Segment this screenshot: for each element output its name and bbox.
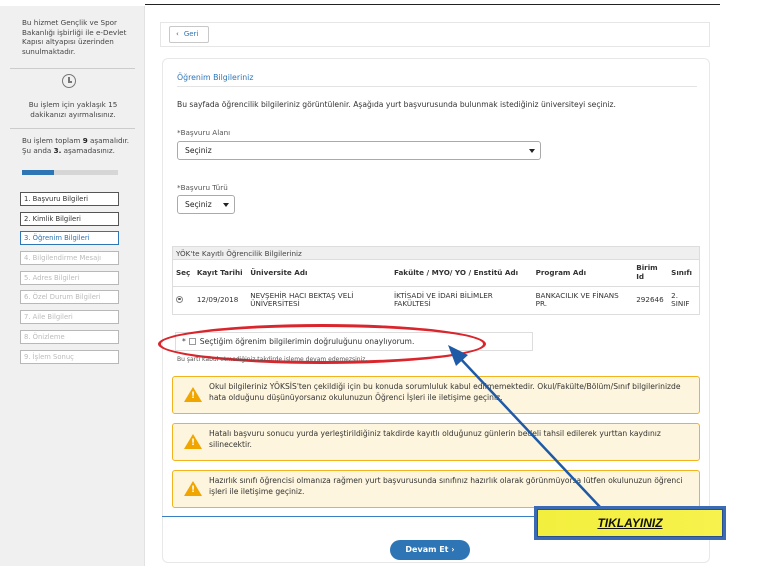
table-cell-col-faculty: İKTİSADİ VE İDARİ BİLİMLER FAKÜLTESİ bbox=[393, 290, 493, 309]
application-area-value: Seçiniz bbox=[185, 146, 212, 155]
application-type-select[interactable]: Seçiniz bbox=[177, 195, 235, 214]
sidebar-divider bbox=[10, 68, 135, 69]
step-menu-item[interactable]: 7. Aile Bilgileri bbox=[20, 310, 119, 325]
table-cell-col-university: NEVŞEHİR HACI BEKTAŞ VELİ ÜNİVERSİTESİ bbox=[250, 290, 354, 309]
table-header-col-class: Sınıfı bbox=[668, 260, 699, 287]
table-cell-col-class: 2. SINIF bbox=[671, 290, 690, 309]
warning-icon bbox=[184, 387, 202, 402]
step-menu-item[interactable]: 6. Özel Durum Bilgileri bbox=[20, 290, 119, 305]
step-menu-item[interactable]: 1. Başvuru Bilgileri bbox=[20, 192, 119, 206]
table-header-col-university: Üniversite Adı bbox=[247, 260, 391, 287]
table-caption: YÖK'te Kayıtlı Öğrencilik Bilgileriniz bbox=[173, 247, 699, 260]
table-header-col-program: Program Adı bbox=[532, 260, 634, 287]
application-area-label: *Başvuru Alanı bbox=[177, 128, 231, 137]
top-bar: ‹ Geri bbox=[160, 22, 710, 47]
step-menu: 1. Başvuru Bilgileri 2. Kimlik Bilgileri 3… bbox=[20, 192, 119, 369]
step-menu-item[interactable]: 4. Bilgilendirme Mesajı bbox=[20, 251, 119, 266]
chevron-left-icon: ‹ bbox=[176, 30, 179, 38]
top-rule bbox=[145, 4, 720, 5]
table-header-col-unit-id: Birim Id bbox=[633, 260, 669, 287]
step-menu-item[interactable]: 2. Kimlik Bilgileri bbox=[20, 211, 119, 226]
warning-icon bbox=[184, 434, 202, 449]
estimated-time-text: Bu işlem için yaklaşık 15 dakikanızı ayı… bbox=[28, 100, 118, 119]
table-cell-col-unit-id: 292646 bbox=[636, 295, 664, 304]
warning-box: Hazırlık sınıfı öğrencisi olmanıza rağme… bbox=[172, 470, 700, 508]
warning-box: Okul bilgileriniz YÖKSİS'ten çekildiği i… bbox=[172, 376, 700, 414]
continue-button[interactable]: Devam Et › bbox=[390, 540, 470, 560]
steps-prefix: Bu işlem toplam bbox=[22, 136, 83, 145]
step-menu-item[interactable]: 9. İşlem Sonuç bbox=[20, 349, 119, 364]
callout-text: TIKLAYINIZ bbox=[537, 509, 723, 537]
step-progress-fill bbox=[22, 170, 54, 175]
warning-box: Hatalı başvuru sonucu yurda yerleştirild… bbox=[172, 423, 700, 461]
application-area-select[interactable]: Seçiniz bbox=[177, 141, 541, 160]
table-cell-col-select[interactable] bbox=[173, 286, 194, 314]
step-progress-bar bbox=[22, 170, 118, 175]
education-table: YÖK'te Kayıtlı Öğrencilik Bilgileriniz S… bbox=[172, 246, 700, 315]
service-info-text: Bu hizmet Gençlik ve Spor Bakanlığı işbi… bbox=[22, 18, 127, 56]
continue-label: Devam Et bbox=[405, 545, 449, 554]
page-description: Bu sayfada öğrencilik bilgileriniz görün… bbox=[177, 100, 616, 109]
table-header-col-select: Seç bbox=[173, 260, 194, 287]
warning-text: Okul bilgileriniz YÖKSİS'ten çekildiği i… bbox=[209, 382, 681, 402]
warning-text: Hatalı başvuru sonucu yurda yerleştirild… bbox=[209, 429, 661, 449]
table-cell-col-program: BANKACILIK VE FİNANS PR. bbox=[535, 290, 619, 309]
caret-down-icon bbox=[529, 149, 535, 153]
page-title: Öğrenim Bilgileriniz bbox=[177, 73, 254, 82]
click-here-callout: TIKLAYINIZ bbox=[534, 506, 726, 540]
table-row[interactable]: 12/09/2018 NEVŞEHİR HACI BEKTAŞ VELİ ÜNİV… bbox=[173, 286, 699, 314]
step-menu-item[interactable]: 5. Adres Bilgileri bbox=[20, 270, 119, 285]
title-divider bbox=[177, 86, 697, 87]
warning-icon bbox=[184, 481, 202, 496]
select-radio[interactable] bbox=[176, 295, 183, 303]
clock-icon bbox=[62, 74, 76, 88]
application-type-value: Seçiniz bbox=[185, 200, 212, 209]
table-header-col-date: Kayıt Tarihi bbox=[193, 260, 248, 287]
table-header-col-faculty: Fakülte / MYO/ YO / Enstitü Adı bbox=[390, 260, 533, 287]
sidebar-divider bbox=[10, 128, 135, 129]
caret-down-icon bbox=[223, 203, 229, 207]
step-progress-text: Bu işlem toplam 9 aşamalıdır. Şu anda 3.… bbox=[22, 136, 132, 155]
back-label: Geri bbox=[183, 30, 199, 38]
approval-note: Bu şartı kabul etmediğiniz takdirde işle… bbox=[177, 356, 368, 363]
step-menu-item[interactable]: 3. Öğrenim Bilgileri bbox=[20, 231, 119, 246]
application-type-label: *Başvuru Türü bbox=[177, 183, 228, 192]
warning-text: Hazırlık sınıfı öğrencisi olmanıza rağme… bbox=[209, 476, 683, 496]
steps-suffix: aşamadasınız. bbox=[61, 145, 115, 155]
back-button[interactable]: ‹ Geri bbox=[169, 26, 209, 43]
table-body: 12/09/2018 NEVŞEHİR HACI BEKTAŞ VELİ ÜNİV… bbox=[173, 286, 699, 314]
table-header-row: Seç Kayıt Tarihi Üniversite Adı Fakülte / M… bbox=[173, 260, 699, 287]
table-cell-col-date: 12/09/2018 bbox=[196, 295, 239, 304]
step-menu-item[interactable]: 8. Önizleme bbox=[20, 329, 119, 344]
